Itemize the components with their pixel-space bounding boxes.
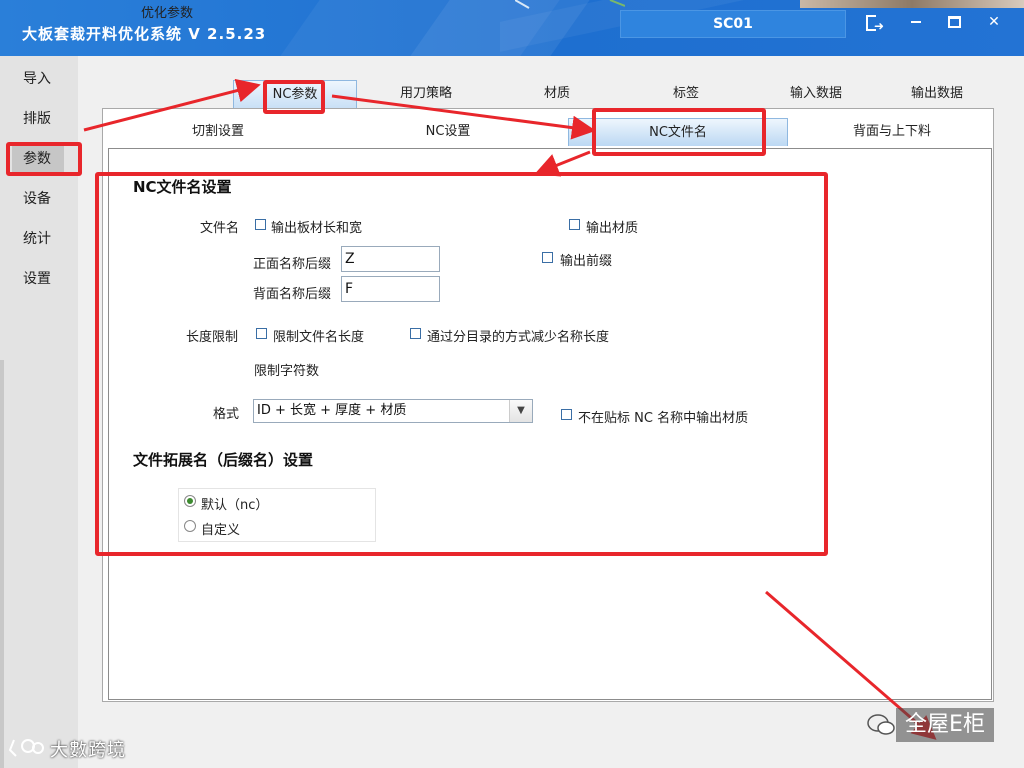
annotation-arrows bbox=[83, 78, 937, 740]
watermark-left: 大數跨境 bbox=[50, 740, 126, 761]
wechat-icon bbox=[867, 714, 895, 735]
brand-logo-icon bbox=[8, 739, 44, 757]
watermark-right: 全屋E柜 bbox=[896, 708, 994, 742]
